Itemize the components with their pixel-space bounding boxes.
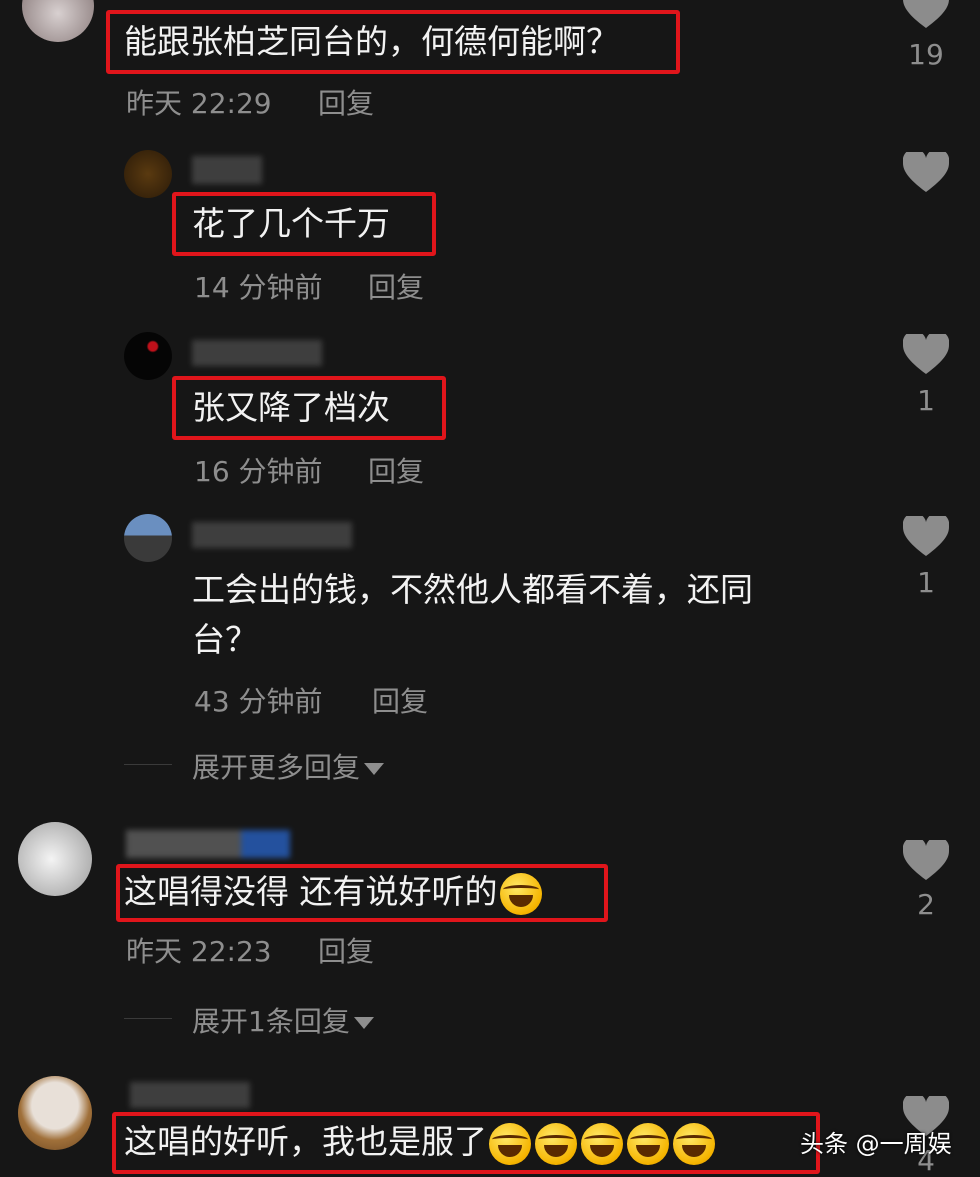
reply-button[interactable]: 回复 xyxy=(372,680,428,720)
laughing-crying-emoji-icon xyxy=(535,1122,577,1165)
comment-text-line1: 工会出的钱，不然他人都看不着，还同 xyxy=(192,570,753,609)
laughing-crying-emoji-icon xyxy=(673,1122,715,1165)
chevron-down-icon xyxy=(364,763,385,775)
comment-text-content: 这唱得没得 还有说好听的 xyxy=(124,872,498,911)
comment-time: 昨天 22:23 xyxy=(126,935,272,968)
like-heart-icon[interactable] xyxy=(903,840,949,882)
reply-button[interactable]: 回复 xyxy=(318,82,374,122)
laughing-crying-emoji-icon xyxy=(581,1122,623,1165)
comment-time: 43 分钟前 xyxy=(194,685,323,718)
username-blurred xyxy=(192,522,352,548)
watermark: 头条 @一周娱 xyxy=(800,1130,952,1158)
like-count: 1 xyxy=(917,384,935,417)
comment-text: 这唱的好听，我也是服了 xyxy=(124,1118,717,1166)
username-blurred xyxy=(192,340,322,366)
divider xyxy=(124,1018,172,1019)
username-blurred xyxy=(126,830,290,858)
comment-time: 16 分钟前 xyxy=(194,455,323,488)
avatar[interactable] xyxy=(124,150,172,198)
like-count: 1 xyxy=(917,566,935,599)
expand-more-replies-button[interactable]: 展开更多回复 xyxy=(192,746,385,786)
like-heart-icon[interactable] xyxy=(903,0,949,30)
like-count: 19 xyxy=(908,38,944,71)
like-heart-icon[interactable] xyxy=(903,516,949,558)
like-count: 2 xyxy=(917,888,935,921)
avatar[interactable] xyxy=(18,822,92,896)
laughing-crying-emoji-icon xyxy=(627,1122,669,1165)
avatar[interactable] xyxy=(124,514,172,562)
like-heart-icon[interactable] xyxy=(903,334,949,376)
laughing-crying-emoji-icon xyxy=(499,872,542,915)
divider xyxy=(124,764,172,765)
expand-label: 展开更多回复 xyxy=(192,751,361,784)
comment-text: 这唱得没得 还有说好听的 xyxy=(124,868,544,916)
laughing-crying-emoji-icon xyxy=(489,1122,531,1165)
avatar[interactable] xyxy=(124,332,172,380)
username-blurred xyxy=(130,1082,250,1108)
expand-label: 展开1条回复 xyxy=(192,1005,350,1038)
comment-text-content: 这唱的好听，我也是服了 xyxy=(124,1122,487,1161)
avatar[interactable] xyxy=(18,1076,92,1150)
comment-text: 能跟张柏芝同台的，何德何能啊？ xyxy=(124,22,619,61)
comment-text: 花了几个千万 xyxy=(192,204,390,243)
comment-time: 14 分钟前 xyxy=(194,271,323,304)
expand-one-reply-button[interactable]: 展开1条回复 xyxy=(192,1000,374,1040)
reply-button[interactable]: 回复 xyxy=(318,930,374,970)
reply-button[interactable]: 回复 xyxy=(368,266,424,306)
reply-button[interactable]: 回复 xyxy=(368,450,424,490)
comment-text: 张又降了档次 xyxy=(192,388,390,427)
comment-time: 昨天 22:29 xyxy=(126,87,272,120)
avatar[interactable] xyxy=(22,0,94,42)
like-heart-icon[interactable] xyxy=(903,152,949,194)
username-blurred xyxy=(192,156,262,184)
chevron-down-icon xyxy=(353,1017,374,1029)
comment-text-line2: 台？ xyxy=(192,620,258,659)
